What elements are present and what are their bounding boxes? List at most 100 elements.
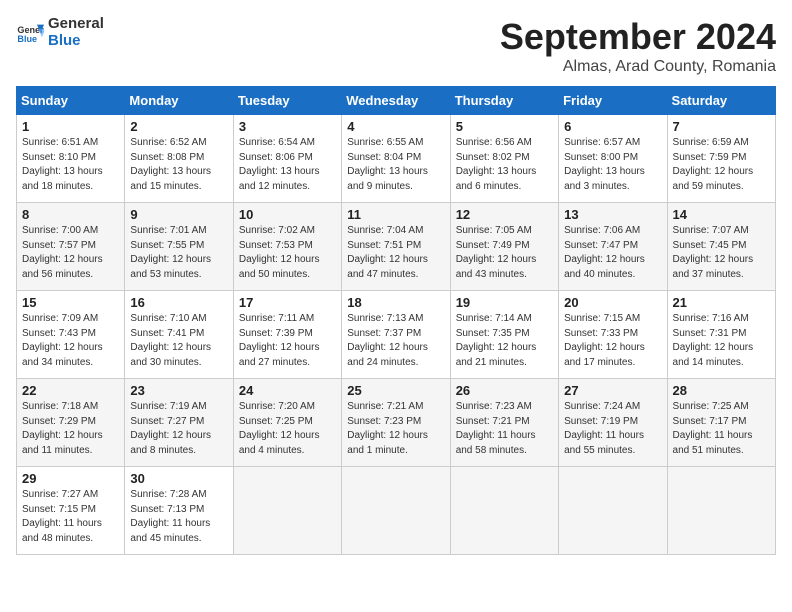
day-cell-24: 24 Sunrise: 7:20 AM Sunset: 7:25 PM Dayl… [233,379,341,467]
col-thursday: Thursday [450,87,558,115]
page-header: General Blue General Blue September 2024… [16,16,776,76]
day-info: Sunrise: 7:27 AM Sunset: 7:15 PM Dayligh… [22,488,119,546]
day-info: Sunrise: 7:15 AM Sunset: 7:33 PM Dayligh… [564,312,661,370]
day-number: 23 [130,383,227,398]
day-cell-5: 5 Sunrise: 6:56 AM Sunset: 8:02 PM Dayli… [450,115,558,203]
day-cell-8: 8 Sunrise: 7:00 AM Sunset: 7:57 PM Dayli… [17,203,125,291]
empty-cell [450,467,558,555]
day-cell-19: 19 Sunrise: 7:14 AM Sunset: 7:35 PM Dayl… [450,291,558,379]
day-cell-29: 29 Sunrise: 7:27 AM Sunset: 7:15 PM Dayl… [17,467,125,555]
week-row-2: 8 Sunrise: 7:00 AM Sunset: 7:57 PM Dayli… [17,203,776,291]
day-cell-6: 6 Sunrise: 6:57 AM Sunset: 8:00 PM Dayli… [559,115,667,203]
day-cell-7: 7 Sunrise: 6:59 AM Sunset: 7:59 PM Dayli… [667,115,775,203]
day-cell-11: 11 Sunrise: 7:04 AM Sunset: 7:51 PM Dayl… [342,203,450,291]
week-row-4: 22 Sunrise: 7:18 AM Sunset: 7:29 PM Dayl… [17,379,776,467]
logo-icon: General Blue [16,19,44,47]
day-info: Sunrise: 7:28 AM Sunset: 7:13 PM Dayligh… [130,488,227,546]
day-info: Sunrise: 7:02 AM Sunset: 7:53 PM Dayligh… [239,224,336,282]
day-info: Sunrise: 6:59 AM Sunset: 7:59 PM Dayligh… [673,136,770,194]
day-cell-2: 2 Sunrise: 6:52 AM Sunset: 8:08 PM Dayli… [125,115,233,203]
day-number: 2 [130,119,227,134]
day-cell-30: 30 Sunrise: 7:28 AM Sunset: 7:13 PM Dayl… [125,467,233,555]
day-cell-14: 14 Sunrise: 7:07 AM Sunset: 7:45 PM Dayl… [667,203,775,291]
day-cell-12: 12 Sunrise: 7:05 AM Sunset: 7:49 PM Dayl… [450,203,558,291]
col-tuesday: Tuesday [233,87,341,115]
logo-blue-text: Blue [48,33,104,50]
day-number: 27 [564,383,661,398]
day-number: 6 [564,119,661,134]
col-wednesday: Wednesday [342,87,450,115]
day-cell-10: 10 Sunrise: 7:02 AM Sunset: 7:53 PM Dayl… [233,203,341,291]
col-saturday: Saturday [667,87,775,115]
day-info: Sunrise: 7:09 AM Sunset: 7:43 PM Dayligh… [22,312,119,370]
day-info: Sunrise: 7:13 AM Sunset: 7:37 PM Dayligh… [347,312,444,370]
day-cell-17: 17 Sunrise: 7:11 AM Sunset: 7:39 PM Dayl… [233,291,341,379]
day-info: Sunrise: 7:11 AM Sunset: 7:39 PM Dayligh… [239,312,336,370]
day-cell-26: 26 Sunrise: 7:23 AM Sunset: 7:21 PM Dayl… [450,379,558,467]
day-info: Sunrise: 7:07 AM Sunset: 7:45 PM Dayligh… [673,224,770,282]
day-cell-4: 4 Sunrise: 6:55 AM Sunset: 8:04 PM Dayli… [342,115,450,203]
day-info: Sunrise: 7:06 AM Sunset: 7:47 PM Dayligh… [564,224,661,282]
day-number: 15 [22,295,119,310]
day-number: 26 [456,383,553,398]
col-monday: Monday [125,87,233,115]
day-info: Sunrise: 6:52 AM Sunset: 8:08 PM Dayligh… [130,136,227,194]
day-info: Sunrise: 7:18 AM Sunset: 7:29 PM Dayligh… [22,400,119,458]
day-cell-25: 25 Sunrise: 7:21 AM Sunset: 7:23 PM Dayl… [342,379,450,467]
day-number: 16 [130,295,227,310]
day-number: 22 [22,383,119,398]
day-number: 13 [564,207,661,222]
day-number: 25 [347,383,444,398]
day-info: Sunrise: 6:54 AM Sunset: 8:06 PM Dayligh… [239,136,336,194]
day-number: 29 [22,471,119,486]
month-title: September 2024 [500,16,776,58]
day-cell-23: 23 Sunrise: 7:19 AM Sunset: 7:27 PM Dayl… [125,379,233,467]
day-cell-1: 1 Sunrise: 6:51 AM Sunset: 8:10 PM Dayli… [17,115,125,203]
day-cell-18: 18 Sunrise: 7:13 AM Sunset: 7:37 PM Dayl… [342,291,450,379]
empty-cell [233,467,341,555]
day-number: 20 [564,295,661,310]
week-row-3: 15 Sunrise: 7:09 AM Sunset: 7:43 PM Dayl… [17,291,776,379]
day-info: Sunrise: 7:16 AM Sunset: 7:31 PM Dayligh… [673,312,770,370]
day-cell-22: 22 Sunrise: 7:18 AM Sunset: 7:29 PM Dayl… [17,379,125,467]
day-info: Sunrise: 6:57 AM Sunset: 8:00 PM Dayligh… [564,136,661,194]
day-cell-20: 20 Sunrise: 7:15 AM Sunset: 7:33 PM Dayl… [559,291,667,379]
day-info: Sunrise: 7:19 AM Sunset: 7:27 PM Dayligh… [130,400,227,458]
day-cell-27: 27 Sunrise: 7:24 AM Sunset: 7:19 PM Dayl… [559,379,667,467]
day-cell-16: 16 Sunrise: 7:10 AM Sunset: 7:41 PM Dayl… [125,291,233,379]
day-cell-9: 9 Sunrise: 7:01 AM Sunset: 7:55 PM Dayli… [125,203,233,291]
day-cell-21: 21 Sunrise: 7:16 AM Sunset: 7:31 PM Dayl… [667,291,775,379]
day-cell-28: 28 Sunrise: 7:25 AM Sunset: 7:17 PM Dayl… [667,379,775,467]
day-number: 5 [456,119,553,134]
day-number: 18 [347,295,444,310]
day-number: 28 [673,383,770,398]
day-info: Sunrise: 7:20 AM Sunset: 7:25 PM Dayligh… [239,400,336,458]
day-info: Sunrise: 7:10 AM Sunset: 7:41 PM Dayligh… [130,312,227,370]
col-friday: Friday [559,87,667,115]
day-number: 1 [22,119,119,134]
day-info: Sunrise: 6:51 AM Sunset: 8:10 PM Dayligh… [22,136,119,194]
weekday-header-row: Sunday Monday Tuesday Wednesday Thursday… [17,87,776,115]
location-subtitle: Almas, Arad County, Romania [500,58,776,76]
day-number: 11 [347,207,444,222]
day-number: 10 [239,207,336,222]
empty-cell [342,467,450,555]
day-number: 17 [239,295,336,310]
week-row-5: 29 Sunrise: 7:27 AM Sunset: 7:15 PM Dayl… [17,467,776,555]
day-info: Sunrise: 7:25 AM Sunset: 7:17 PM Dayligh… [673,400,770,458]
week-row-1: 1 Sunrise: 6:51 AM Sunset: 8:10 PM Dayli… [17,115,776,203]
calendar-table: Sunday Monday Tuesday Wednesday Thursday… [16,86,776,555]
day-number: 9 [130,207,227,222]
day-number: 19 [456,295,553,310]
day-info: Sunrise: 7:04 AM Sunset: 7:51 PM Dayligh… [347,224,444,282]
day-info: Sunrise: 6:55 AM Sunset: 8:04 PM Dayligh… [347,136,444,194]
day-cell-13: 13 Sunrise: 7:06 AM Sunset: 7:47 PM Dayl… [559,203,667,291]
day-number: 14 [673,207,770,222]
empty-cell [559,467,667,555]
day-number: 4 [347,119,444,134]
logo-general-text: General [48,16,104,33]
svg-text:Blue: Blue [17,34,37,44]
day-cell-15: 15 Sunrise: 7:09 AM Sunset: 7:43 PM Dayl… [17,291,125,379]
day-cell-3: 3 Sunrise: 6:54 AM Sunset: 8:06 PM Dayli… [233,115,341,203]
day-number: 21 [673,295,770,310]
